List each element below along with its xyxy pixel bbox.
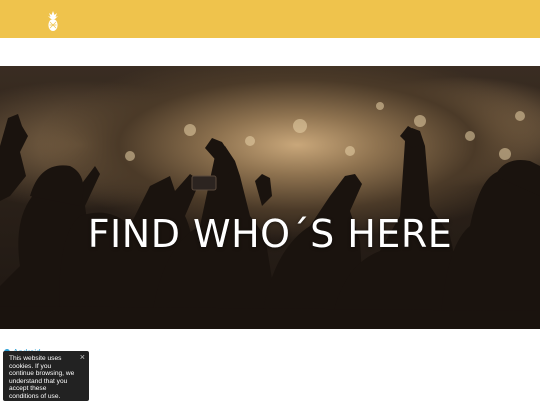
concert-crowd-image (0, 102, 540, 329)
hero-banner: FIND WHO´S HERE (0, 66, 540, 329)
top-header-bar (0, 0, 540, 38)
cookie-notice-text: This website uses cookies. If you contin… (9, 355, 75, 400)
cookie-notice: × This website uses cookies. If you cont… (3, 351, 89, 401)
close-icon[interactable]: × (80, 353, 85, 362)
pineapple-logo-icon[interactable] (46, 10, 60, 32)
hero-title: FIND WHO´S HERE (87, 212, 453, 256)
